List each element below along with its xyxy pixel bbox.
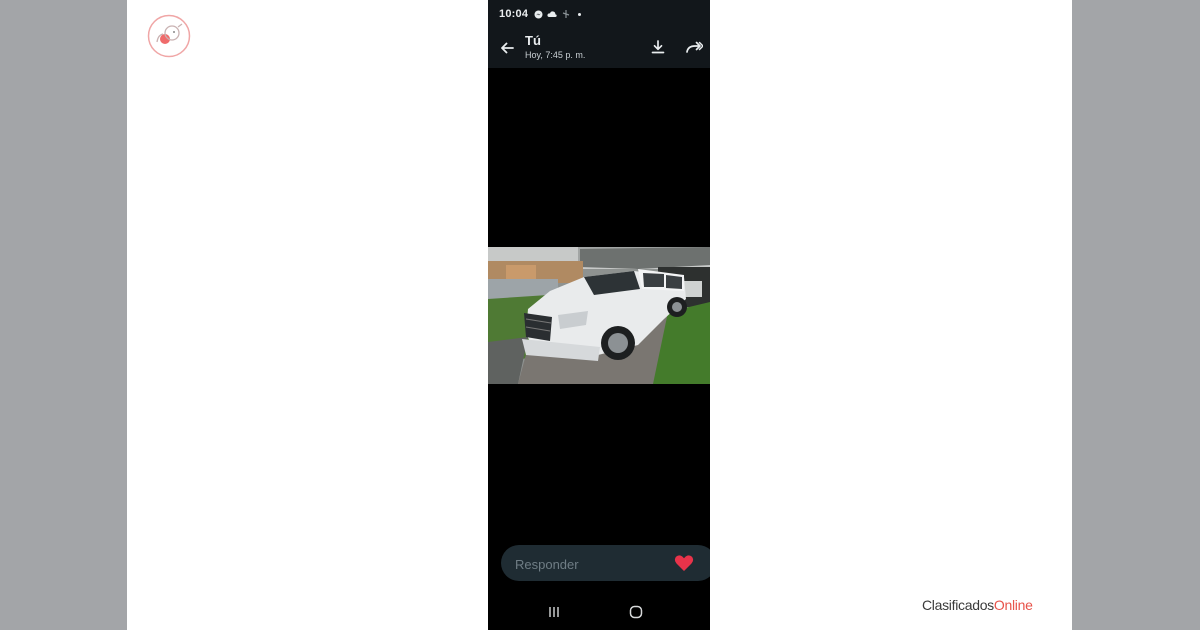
viewer-header: Tú Hoy, 7:45 p. m. bbox=[488, 28, 710, 68]
reply-bar bbox=[501, 545, 710, 583]
phone-screenshot: 10:04 Tú Hoy, 7:45 p. m. bbox=[488, 0, 710, 630]
forward-icon[interactable] bbox=[685, 39, 703, 55]
status-icons bbox=[534, 9, 582, 19]
site-logo-icon bbox=[147, 14, 191, 58]
sender-info: Tú Hoy, 7:45 p. m. bbox=[525, 33, 585, 60]
brand-accent: Online bbox=[993, 597, 1033, 613]
status-bar: 10:04 bbox=[488, 0, 710, 28]
reply-input[interactable] bbox=[513, 545, 667, 583]
signal-icon bbox=[562, 10, 570, 18]
brand-name: Clasificados bbox=[922, 597, 994, 613]
arrow-left-icon[interactable] bbox=[499, 40, 515, 56]
heart-icon[interactable] bbox=[674, 554, 694, 572]
status-time: 10:04 bbox=[499, 8, 529, 20]
truck-photo[interactable] bbox=[488, 247, 710, 384]
cloud-icon bbox=[547, 11, 557, 17]
sender-name: Tú bbox=[525, 33, 541, 48]
system-nav-bar bbox=[488, 594, 710, 630]
messenger-icon bbox=[534, 10, 543, 18]
message-timestamp: Hoy, 7:45 p. m. bbox=[525, 50, 586, 60]
recents-nav-icon[interactable] bbox=[547, 606, 561, 618]
download-icon[interactable] bbox=[650, 39, 666, 55]
brand-logo: ClasificadosOnline bbox=[922, 597, 1033, 613]
home-nav-icon[interactable] bbox=[629, 605, 643, 619]
notification-dot bbox=[578, 12, 582, 16]
